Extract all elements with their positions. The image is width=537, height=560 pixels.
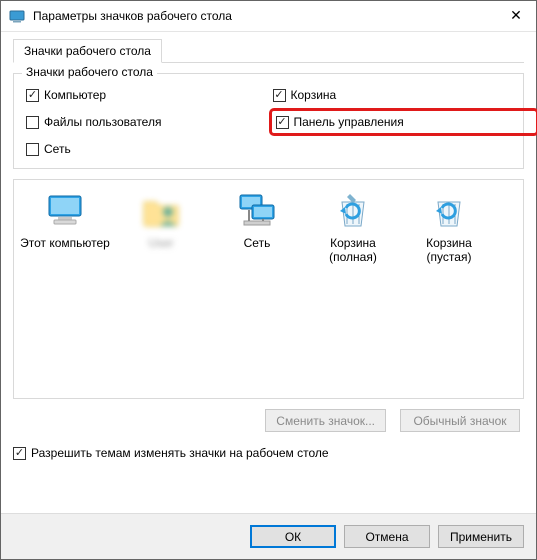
check-label: Разрешить темам изменять значки на рабоч…: [31, 446, 329, 460]
icon-caption: User: [148, 236, 173, 250]
check-recycle-bin[interactable]: ✓ Корзина: [273, 88, 512, 102]
icon-this-pc[interactable]: Этот компьютер: [20, 190, 110, 265]
window-title: Параметры значков рабочего стола: [33, 9, 528, 23]
close-button[interactable]: ✕: [496, 1, 536, 29]
icon-recycle-empty[interactable]: Корзина (пустая): [404, 190, 494, 265]
check-control-panel[interactable]: ✓ Панель управления: [269, 108, 537, 136]
checkbox-icon: ✓: [13, 447, 26, 460]
checkbox-icon: [26, 116, 39, 129]
check-label: Компьютер: [44, 88, 106, 102]
tab-bar: Значки рабочего стола: [13, 38, 524, 63]
check-allow-themes[interactable]: ✓ Разрешить темам изменять значки на раб…: [13, 446, 524, 460]
dialog-button-bar: ОК Отмена Применить: [1, 513, 536, 559]
check-label: Файлы пользователя: [44, 115, 161, 129]
icon-recycle-full[interactable]: Корзина (полная): [308, 190, 398, 265]
checkbox-icon: ✓: [26, 89, 39, 102]
icon-caption: Этот компьютер: [20, 236, 110, 250]
recycle-full-icon: [332, 190, 374, 232]
checkbox-icon: ✓: [276, 116, 289, 129]
monitor-icon: [44, 190, 86, 232]
check-network[interactable]: Сеть: [26, 142, 265, 156]
tab-desktop-icons[interactable]: Значки рабочего стола: [13, 39, 162, 63]
check-computer[interactable]: ✓ Компьютер: [26, 88, 265, 102]
checkbox-icon: [26, 143, 39, 156]
cancel-button[interactable]: Отмена: [344, 525, 430, 548]
check-label: Корзина: [291, 88, 337, 102]
apply-button[interactable]: Применить: [438, 525, 524, 548]
network-icon: [236, 190, 278, 232]
icon-network[interactable]: Сеть: [212, 190, 302, 265]
icon-caption: Сеть: [244, 236, 271, 250]
group-desktop-icons: Значки рабочего стола ✓ Компьютер ✓ Корз…: [13, 73, 524, 169]
ok-button[interactable]: ОК: [250, 525, 336, 548]
icon-caption: Корзина (полная): [308, 236, 398, 265]
check-user-files[interactable]: Файлы пользователя: [26, 112, 265, 132]
change-icon-button: Сменить значок...: [265, 409, 386, 432]
folder-user-icon: [140, 190, 182, 232]
recycle-empty-icon: [428, 190, 470, 232]
icon-preview-list: Этот компьютер User: [13, 179, 524, 399]
group-label: Значки рабочего стола: [22, 65, 157, 79]
titlebar: Параметры значков рабочего стола ✕: [1, 1, 536, 32]
icon-caption: Корзина (пустая): [404, 236, 494, 265]
app-icon: [9, 8, 25, 24]
icon-user-folder[interactable]: User: [116, 190, 206, 265]
checkbox-icon: ✓: [273, 89, 286, 102]
default-icon-button: Обычный значок: [400, 409, 520, 432]
check-label: Панель управления: [294, 115, 404, 129]
check-label: Сеть: [44, 142, 71, 156]
